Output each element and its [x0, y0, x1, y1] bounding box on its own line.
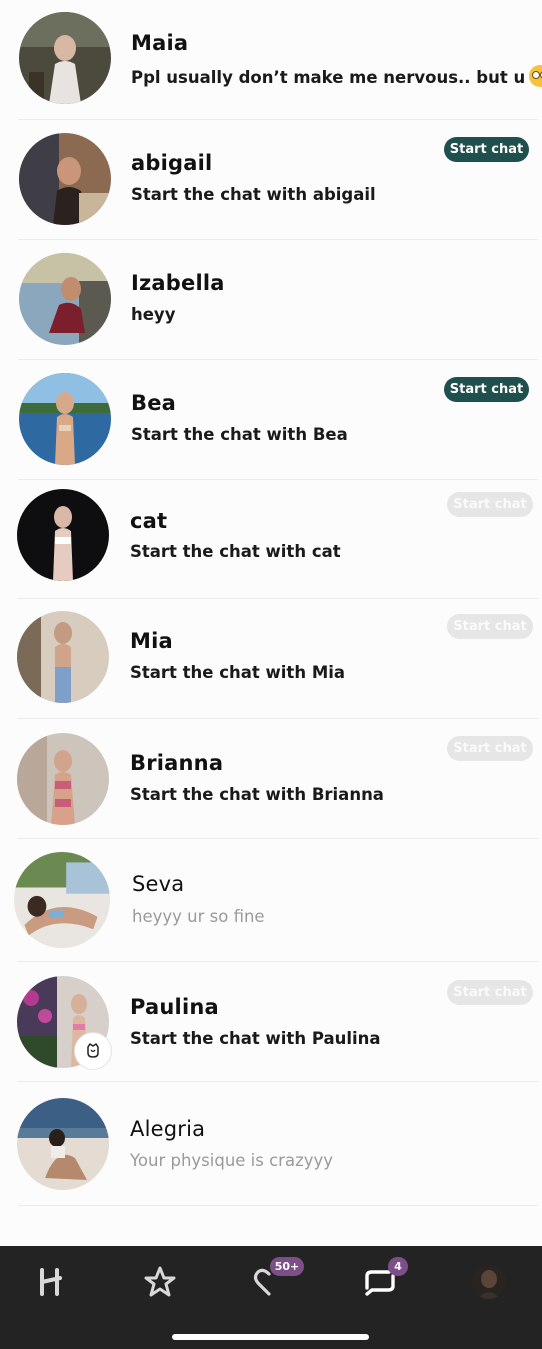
conversation-row-abigail[interactable]: abigail Start the chat with abigail Star…: [0, 120, 542, 240]
start-chat-button[interactable]: Start chat: [447, 980, 533, 1005]
avatar[interactable]: [17, 489, 109, 581]
avatar[interactable]: [17, 611, 109, 703]
divider: [18, 1081, 538, 1082]
contact-name: Paulina: [130, 995, 219, 1019]
tab-profile[interactable]: [464, 1260, 514, 1304]
last-message: heyyy ur so fine: [132, 907, 265, 926]
avatar[interactable]: [19, 133, 111, 225]
conversation-row-seva[interactable]: Seva heyyy ur so fine: [0, 839, 542, 962]
contact-name: Mia: [130, 629, 173, 653]
avatar[interactable]: [19, 253, 111, 345]
contact-name: Bea: [131, 391, 177, 415]
tab-matches[interactable]: 4: [355, 1257, 408, 1304]
rose-badge: [74, 1032, 112, 1070]
conversation-row-brianna[interactable]: Brianna Start the chat with Brianna Star…: [0, 719, 542, 839]
contact-name: Alegria: [130, 1117, 206, 1141]
avatar[interactable]: [17, 733, 109, 825]
last-message: Start the chat with Brianna: [130, 785, 384, 804]
start-chat-button[interactable]: Start chat: [447, 492, 533, 517]
hinge-logo-icon: [40, 1268, 62, 1296]
last-message: Start the chat with Mia: [130, 663, 346, 682]
tab-standouts[interactable]: [135, 1260, 185, 1304]
likes-count-badge: 50+: [270, 1257, 304, 1276]
last-message: Start the chat with Paulina: [130, 1029, 381, 1048]
avatar[interactable]: [19, 12, 111, 104]
start-chat-button[interactable]: Start chat: [444, 377, 529, 402]
contact-name: Brianna: [130, 751, 224, 775]
start-chat-button[interactable]: Start chat: [444, 137, 529, 162]
conversation-row-cat[interactable]: cat Start the chat with cat Start chat: [0, 479, 542, 599]
last-message: Start the chat with abigail: [131, 185, 376, 204]
contact-name: abigail: [131, 151, 213, 175]
start-chat-button[interactable]: Start chat: [447, 614, 533, 639]
conversation-row-izabella[interactable]: Izabella heyy: [0, 240, 542, 360]
home-indicator: [172, 1334, 369, 1340]
conversation-row-paulina[interactable]: Paulina Start the chat with Paulina Star…: [0, 962, 542, 1082]
flushed-face-emoji: [529, 65, 542, 87]
matches-count-badge: 4: [388, 1257, 408, 1276]
last-message: Start the chat with Bea: [131, 425, 348, 444]
last-message: Your physique is crazyyy: [130, 1151, 334, 1170]
divider: [18, 1205, 538, 1206]
profile-avatar-icon: [472, 1265, 506, 1299]
contact-name: cat: [130, 509, 168, 533]
last-message: Start the chat with cat: [130, 542, 341, 561]
conversation-row-maia[interactable]: Maia Ppl usually don’t make me nervous..…: [0, 0, 542, 120]
rose-icon: [87, 1042, 99, 1058]
conversation-row-mia[interactable]: Mia Start the chat with Mia Start chat: [0, 599, 542, 719]
contact-name: Seva: [132, 872, 185, 896]
contact-name: Maia: [131, 31, 189, 55]
conversation-row-bea[interactable]: Bea Start the chat with Bea Start chat: [0, 360, 542, 480]
avatar[interactable]: [17, 1098, 109, 1190]
start-chat-button[interactable]: Start chat: [447, 736, 533, 761]
star-icon: [144, 1266, 176, 1297]
avatar[interactable]: [19, 373, 111, 465]
tab-likes-you[interactable]: 50+: [244, 1257, 304, 1304]
tab-discover[interactable]: [26, 1260, 76, 1304]
conversation-row-alegria[interactable]: Alegria Your physique is crazyyy: [0, 1084, 542, 1206]
avatar[interactable]: [14, 852, 110, 948]
contact-name: Izabella: [131, 271, 225, 295]
last-message: heyy: [131, 305, 176, 324]
last-message: Ppl usually don’t make me nervous.. but …: [131, 65, 542, 87]
